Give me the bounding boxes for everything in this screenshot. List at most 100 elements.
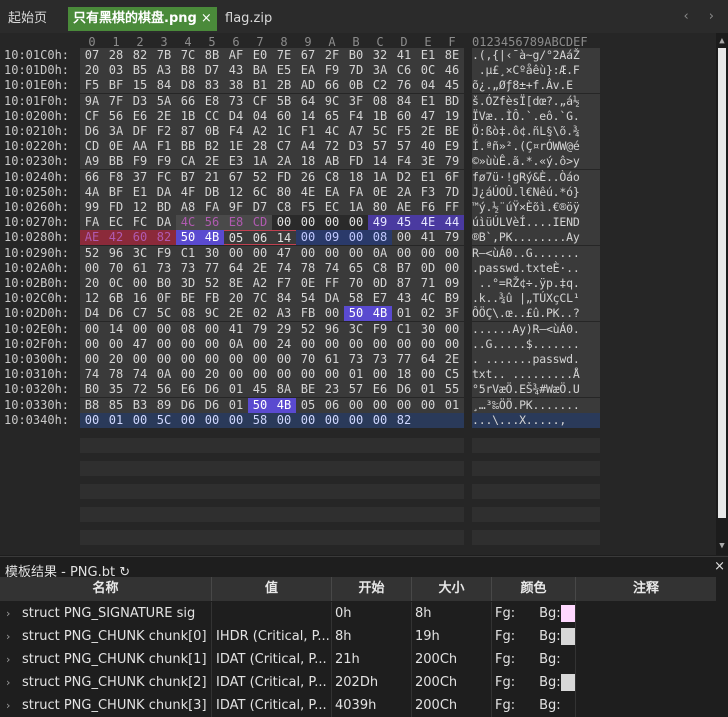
hex-byte[interactable]: 47: [128, 337, 152, 352]
hex-byte[interactable]: 00: [272, 352, 296, 367]
hex-byte[interactable]: 20: [80, 63, 104, 78]
hex-byte[interactable]: 2A: [272, 154, 296, 169]
byte-group[interactable]: F5 BF 15 84 D8 83 38 B1 2B AD 66 0B C2 76 04 45: [80, 78, 464, 94]
hex-byte[interactable]: 00: [128, 322, 152, 337]
hex-byte[interactable]: BE: [440, 124, 464, 139]
hex-byte[interactable]: 45: [248, 382, 272, 397]
hex-byte[interactable]: 7B: [152, 48, 176, 63]
hex-byte[interactable]: 85: [104, 398, 128, 413]
hex-byte[interactable]: 30: [416, 322, 440, 337]
scroll-up-icon[interactable]: ▲: [717, 36, 727, 46]
results-row[interactable]: › struct PNG_CHUNK chunk[2] IDAT (Critical…: [0, 671, 716, 694]
ascii-text[interactable]: ®B`‚PK........Ay: [472, 230, 600, 246]
hex-byte[interactable]: 50: [176, 230, 200, 246]
hex-byte[interactable]: BF: [104, 78, 128, 93]
hex-byte[interactable]: F6: [416, 200, 440, 215]
hex-byte[interactable]: 28: [248, 139, 272, 154]
hex-byte[interactable]: F4: [392, 154, 416, 169]
hex-byte[interactable]: 01: [224, 382, 248, 397]
hex-byte[interactable]: EA: [320, 185, 344, 200]
hex-byte[interactable]: 01: [440, 398, 464, 413]
hex-byte[interactable]: 00: [248, 352, 272, 367]
hex-byte[interactable]: E5: [272, 63, 296, 78]
ascii-text[interactable]: R–<ùÁ0..G.......: [472, 245, 600, 261]
hex-byte[interactable]: 96: [104, 246, 128, 261]
hex-byte[interactable]: 96: [320, 322, 344, 337]
hex-byte[interactable]: 67: [224, 170, 248, 185]
hex-byte[interactable]: 00: [392, 398, 416, 413]
ascii-text[interactable]: ..°=RŽ¢÷.ÿp.‡q.: [472, 276, 600, 291]
ascii-text[interactable]: ...\...X.....‚: [472, 412, 600, 428]
hex-byte[interactable]: 2E: [440, 352, 464, 367]
hex-byte[interactable]: 52: [296, 322, 320, 337]
scroll-thumb[interactable]: [718, 48, 726, 518]
hex-byte[interactable]: EC: [320, 200, 344, 215]
hex-byte[interactable]: 74: [128, 367, 152, 382]
hex-byte[interactable]: 00: [344, 246, 368, 261]
bg-color-swatch[interactable]: [560, 628, 575, 645]
hex-byte[interactable]: C2: [368, 78, 392, 93]
hex-byte[interactable]: 05: [296, 398, 320, 413]
byte-group[interactable]: 07 28 82 7B 7C 8B AF E0 7E 67 2F B0 32 41 E1 8E: [80, 48, 464, 63]
hex-byte[interactable]: BE: [176, 291, 200, 306]
hex-byte[interactable]: 00: [104, 337, 128, 352]
hex-byte[interactable]: 74: [320, 261, 344, 276]
hex-byte[interactable]: 00: [368, 412, 392, 428]
hex-byte[interactable]: 00: [152, 322, 176, 337]
hex-byte[interactable]: 37: [128, 170, 152, 185]
hex-byte[interactable]: A8: [176, 200, 200, 215]
hex-byte[interactable]: D7: [248, 200, 272, 215]
hex-byte[interactable]: 3C: [344, 322, 368, 337]
hex-byte[interactable]: CC: [200, 109, 224, 124]
hex-byte[interactable]: 40: [416, 139, 440, 154]
hex-byte[interactable]: 1C: [272, 124, 296, 139]
byte-group[interactable]: 00 14 00 00 08 00 41 79 29 52 96 3C F9 C1 30 00: [80, 321, 464, 337]
hex-byte[interactable]: 00: [248, 367, 272, 382]
hex-byte[interactable]: BF: [104, 185, 128, 200]
byte-group[interactable]: 00 01 00 5C 00 00 00 58 00 00 00 00 00 82: [80, 412, 464, 428]
hex-byte[interactable]: 84: [152, 78, 176, 93]
hex-byte[interactable]: 00: [152, 337, 176, 352]
hex-byte[interactable]: FA: [200, 200, 224, 215]
hex-byte[interactable]: 4B: [272, 397, 296, 413]
hex-byte[interactable]: 00: [296, 367, 320, 382]
hex-byte[interactable]: 00: [224, 352, 248, 367]
hex-byte[interactable]: A3: [272, 306, 296, 321]
hex-byte[interactable]: E1: [416, 94, 440, 109]
hex-byte[interactable]: 67: [296, 48, 320, 63]
hex-byte[interactable]: 21: [200, 170, 224, 185]
hex-byte[interactable]: BB: [104, 154, 128, 169]
hex-byte[interactable]: CD: [80, 139, 104, 154]
hex-byte[interactable]: 29: [272, 322, 296, 337]
hex-byte[interactable]: C8: [368, 261, 392, 276]
hex-byte[interactable]: 06: [248, 230, 272, 246]
hex-byte[interactable]: BD: [152, 200, 176, 215]
column-header-name[interactable]: 名称: [0, 577, 212, 601]
hex-byte[interactable]: E6: [368, 382, 392, 397]
hex-editor[interactable]: 0123456789ABCDEF 0123456789ABCDEF 10:01C…: [0, 33, 716, 555]
hex-byte[interactable]: 42: [104, 230, 128, 246]
hex-byte[interactable]: 00: [296, 215, 320, 231]
hex-byte[interactable]: 0E: [296, 276, 320, 291]
hex-byte[interactable]: 00: [176, 337, 200, 352]
hex-byte[interactable]: 7F: [104, 94, 128, 109]
hex-byte[interactable]: CF: [80, 109, 104, 124]
hex-byte[interactable]: 00: [320, 337, 344, 352]
hex-byte[interactable]: 73: [368, 352, 392, 367]
hex-byte[interactable]: 00: [440, 322, 464, 337]
byte-group[interactable]: 52 96 3C F9 C1 30 00 00 47 00 00 00 0A 00 00 00: [80, 245, 464, 261]
hex-byte[interactable]: 12: [224, 185, 248, 200]
hex-byte[interactable]: 43: [392, 291, 416, 306]
hex-byte[interactable]: F5: [392, 124, 416, 139]
hex-byte[interactable]: 01: [224, 398, 248, 413]
hex-byte[interactable]: F9: [320, 63, 344, 78]
hex-byte[interactable]: 0B: [344, 78, 368, 93]
hex-byte[interactable]: 5C: [152, 412, 176, 428]
hex-byte[interactable]: D6: [80, 124, 104, 139]
hex-byte[interactable]: 70: [344, 276, 368, 291]
hex-byte[interactable]: 3A: [104, 124, 128, 139]
hex-byte[interactable]: 00: [248, 337, 272, 352]
column-header-value[interactable]: 值: [212, 577, 332, 601]
hex-byte[interactable]: A2: [248, 276, 272, 291]
results-row[interactable]: › struct PNG_CHUNK chunk[1] IDAT (Critical…: [0, 648, 716, 671]
